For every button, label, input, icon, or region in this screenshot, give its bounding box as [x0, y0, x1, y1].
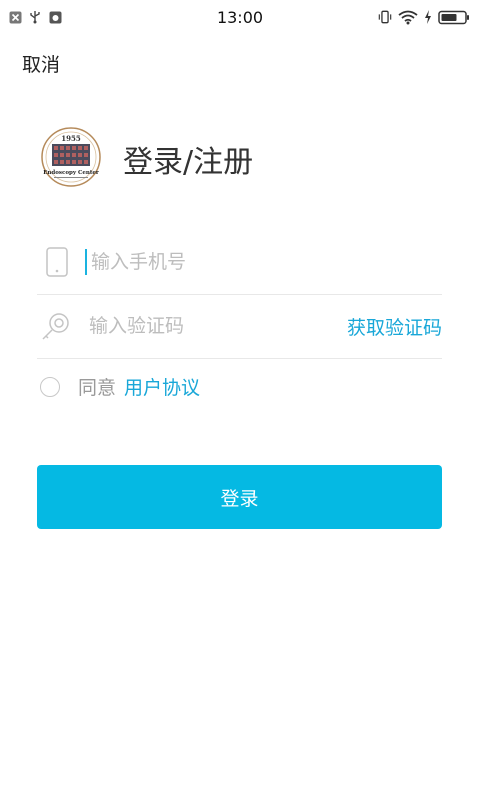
page-title: 登录/注册	[123, 145, 254, 180]
code-row: 获取验证码	[37, 294, 442, 359]
svg-text:1955: 1955	[61, 134, 81, 143]
status-bar: 13:00	[0, 0, 480, 34]
agreement-row: 同意 用户协议	[40, 373, 200, 400]
agree-label: 同意	[78, 377, 117, 399]
cancel-button[interactable]: 取消	[22, 50, 60, 77]
login-button[interactable]: 登录	[37, 465, 442, 529]
status-time: 13:00	[216, 7, 264, 27]
get-code-button[interactable]: 获取验证码	[347, 313, 442, 340]
code-input[interactable]	[87, 314, 321, 338]
phone-row	[37, 230, 442, 295]
user-agreement-link[interactable]: 用户协议	[124, 373, 200, 400]
phone-input[interactable]	[89, 250, 323, 274]
agree-checkbox[interactable]	[40, 376, 60, 397]
phone-icon	[37, 242, 77, 282]
svg-text:Endoscopy Center: Endoscopy Center	[43, 170, 99, 176]
endoscopy-center-logo: 1955 Endoscopy Center	[40, 126, 102, 188]
key-icon	[37, 306, 77, 346]
text-caret	[85, 249, 87, 275]
